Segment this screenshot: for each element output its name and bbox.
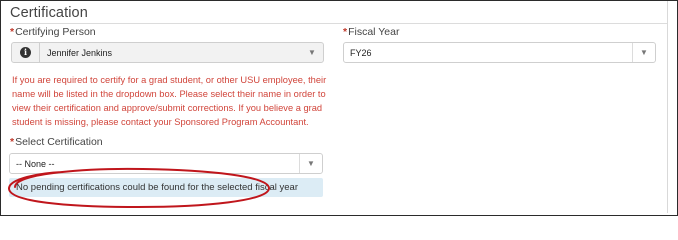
info-addon: i <box>12 43 40 62</box>
chevron-down-icon[interactable]: ▼ <box>632 43 655 62</box>
certifying-person-value: Jennifer Jenkins <box>47 48 113 58</box>
fiscal-year-label: *Fiscal Year <box>343 26 399 38</box>
select-certification-label-text: Select Certification <box>15 136 103 148</box>
alert-message: No pending certifications could be found… <box>16 182 298 193</box>
no-certifications-alert: No pending certifications could be found… <box>9 178 323 197</box>
required-marker: * <box>343 26 348 38</box>
info-circle-icon: i <box>20 47 31 58</box>
help-text: If you are required to certify for a gra… <box>12 75 327 127</box>
chevron-down-icon[interactable]: ▼ <box>299 154 322 173</box>
fiscal-year-select[interactable]: FY26 ▼ <box>343 42 656 63</box>
certification-panel: Certification *Certifying Person i Jenni… <box>1 1 668 213</box>
section-title: Certification <box>10 5 88 21</box>
certifying-person-select[interactable]: i Jennifer Jenkins ▼ <box>11 42 324 63</box>
section-divider <box>10 23 667 24</box>
required-marker: * <box>10 136 15 148</box>
certifying-person-label: *Certifying Person <box>10 26 96 38</box>
select-certification-dropdown[interactable]: -- None -- ▼ <box>9 153 323 174</box>
fiscal-year-label-text: Fiscal Year <box>348 26 400 38</box>
required-marker: * <box>10 26 15 38</box>
fiscal-year-value: FY26 <box>350 48 372 58</box>
certifying-person-label-text: Certifying Person <box>15 26 96 38</box>
select-certification-value: -- None -- <box>16 159 55 169</box>
select-certification-label: *Select Certification <box>10 136 103 148</box>
chevron-down-icon[interactable]: ▼ <box>301 43 323 62</box>
